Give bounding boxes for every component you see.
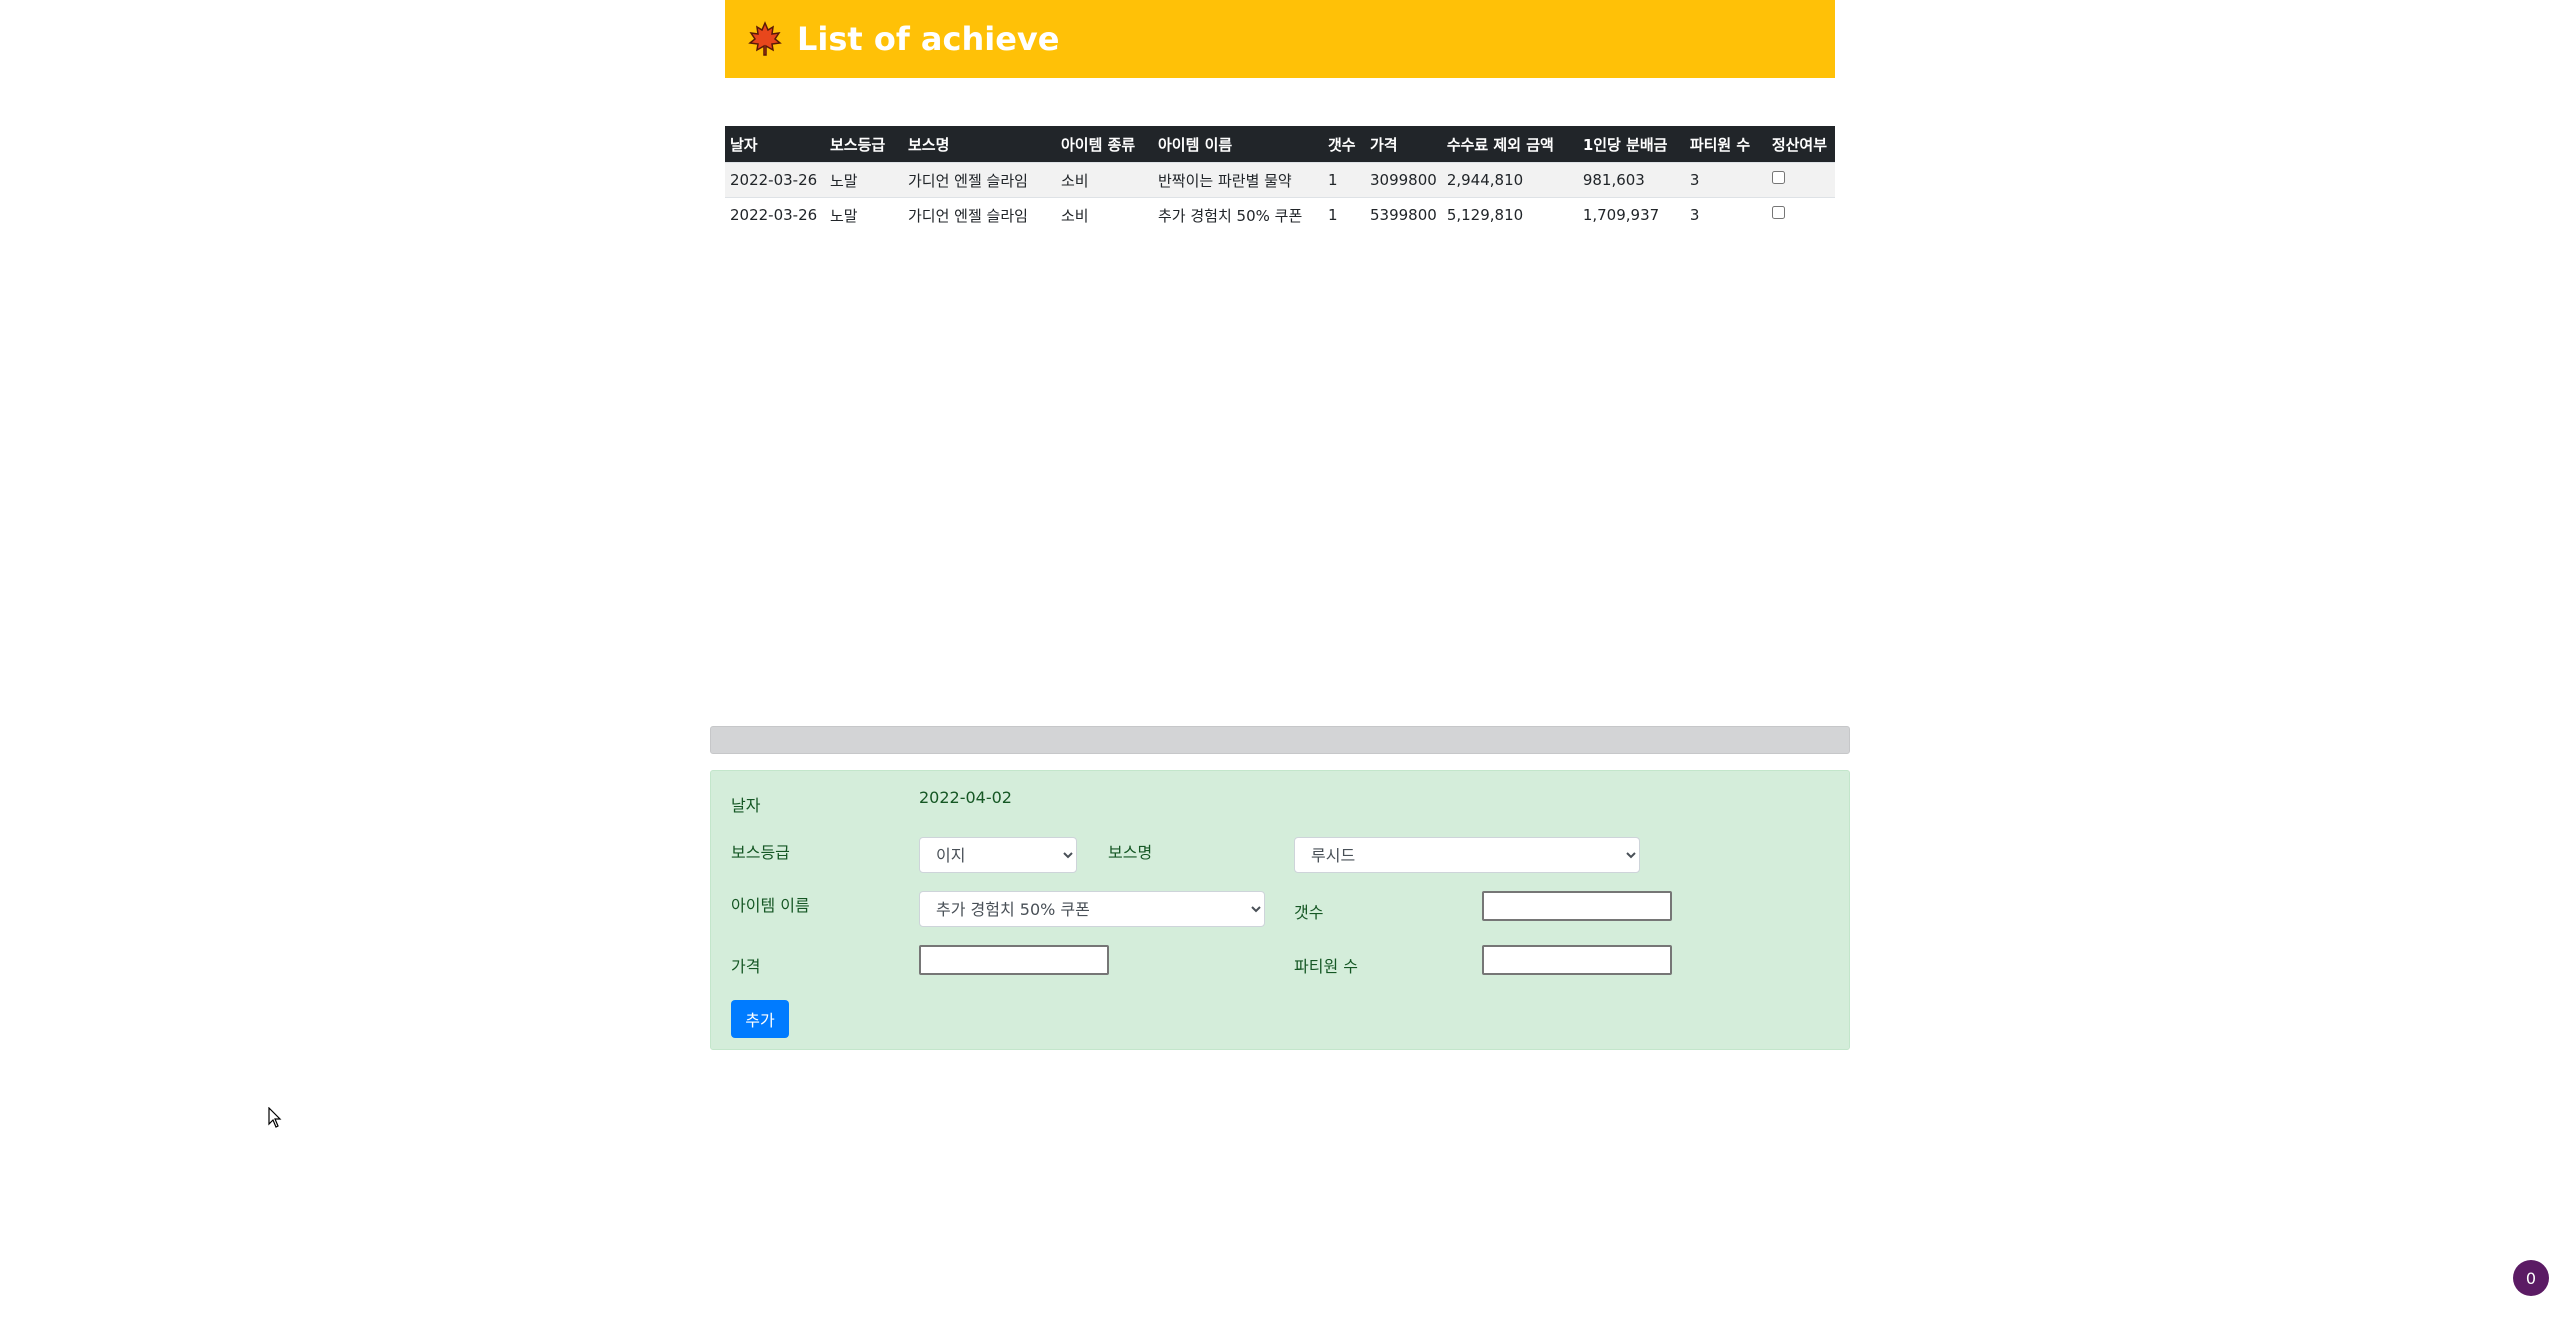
settled-checkbox[interactable] xyxy=(1771,206,1785,219)
table-row: 2022-03-26 노말 가디언 엔젤 슬라임 소비 추가 경험치 50% 쿠… xyxy=(725,197,1835,232)
add-button[interactable]: 추가 xyxy=(731,1000,789,1038)
cell-party-count: 3 xyxy=(1684,162,1767,198)
col-party-count: 파티원 수 xyxy=(1684,126,1767,163)
cell-item-name: 추가 경험치 50% 쿠폰 xyxy=(1153,197,1323,232)
divider-bar xyxy=(710,726,1850,754)
item-name-select[interactable]: 추가 경험치 50% 쿠폰 xyxy=(919,891,1265,927)
cell-settled xyxy=(1766,197,1835,232)
col-net-amount: 수수료 제외 금액 xyxy=(1441,126,1578,163)
table-row: 2022-03-26 노말 가디언 엔젤 슬라임 소비 반짝이는 파란별 물약 … xyxy=(725,162,1835,198)
boss-name-select[interactable]: 루시드 xyxy=(1294,837,1640,873)
cell-item-type: 소비 xyxy=(1056,162,1153,198)
cell-per-person: 981,603 xyxy=(1577,162,1685,198)
cell-party-count: 3 xyxy=(1684,197,1767,232)
table-header-row: 날자 보스등급 보스명 아이템 종류 아이템 이름 갯수 가격 수수료 제외 금… xyxy=(725,126,1835,163)
cell-boss-grade: 노말 xyxy=(825,197,903,232)
page-header: List of achieve xyxy=(725,0,1835,78)
cell-count: 1 xyxy=(1323,162,1365,198)
add-achieve-form: 날자 2022-04-02 보스등급 이지 보스명 루시드 아이템 이름 추가 … xyxy=(710,770,1850,1050)
party-count-input[interactable] xyxy=(1482,945,1672,975)
cell-boss-name: 가디언 엔젤 슬라임 xyxy=(903,162,1056,198)
boss-name-label: 보스명 xyxy=(1108,843,1153,862)
col-date: 날자 xyxy=(725,126,825,163)
settled-checkbox[interactable] xyxy=(1771,171,1785,184)
notification-badge[interactable]: 0 xyxy=(2513,1260,2549,1296)
col-boss-name: 보스명 xyxy=(903,126,1056,163)
cell-per-person: 1,709,937 xyxy=(1577,197,1685,232)
col-settled: 정산여부 xyxy=(1766,126,1835,163)
cell-date: 2022-03-26 xyxy=(725,162,825,198)
col-per-person: 1인당 분배금 xyxy=(1577,126,1685,163)
achieve-table: 날자 보스등급 보스명 아이템 종류 아이템 이름 갯수 가격 수수료 제외 금… xyxy=(725,126,1835,232)
maple-leaf-icon xyxy=(745,19,785,59)
col-price: 가격 xyxy=(1365,126,1442,163)
cell-net-amount: 2,944,810 xyxy=(1441,162,1578,198)
date-value: 2022-04-02 xyxy=(919,788,1012,807)
mouse-cursor-icon xyxy=(268,1106,282,1133)
cell-item-name: 반짝이는 파란별 물약 xyxy=(1153,162,1323,198)
cell-net-amount: 5,129,810 xyxy=(1441,197,1578,232)
page-title: List of achieve xyxy=(797,20,1060,58)
cell-boss-name: 가디언 엔젤 슬라임 xyxy=(903,197,1056,232)
col-boss-grade: 보스등급 xyxy=(825,126,903,163)
cell-price: 5399800 xyxy=(1365,197,1442,232)
col-item-type: 아이템 종류 xyxy=(1056,126,1153,163)
cell-count: 1 xyxy=(1323,197,1365,232)
cell-item-type: 소비 xyxy=(1056,197,1153,232)
cell-settled xyxy=(1766,162,1835,198)
count-label: 갯수 xyxy=(1294,903,1324,922)
price-input[interactable] xyxy=(919,945,1109,975)
cell-price: 3099800 xyxy=(1365,162,1442,198)
date-label: 날자 xyxy=(731,796,761,815)
count-input[interactable] xyxy=(1482,891,1672,921)
col-count: 갯수 xyxy=(1323,126,1365,163)
price-label: 가격 xyxy=(731,957,761,976)
boss-grade-select[interactable]: 이지 xyxy=(919,837,1077,873)
boss-grade-label: 보스등급 xyxy=(731,843,790,862)
cell-boss-grade: 노말 xyxy=(825,162,903,198)
col-item-name: 아이템 이름 xyxy=(1153,126,1323,163)
cell-date: 2022-03-26 xyxy=(725,197,825,232)
party-count-label: 파티원 수 xyxy=(1294,957,1358,976)
item-name-label: 아이템 이름 xyxy=(731,896,810,915)
